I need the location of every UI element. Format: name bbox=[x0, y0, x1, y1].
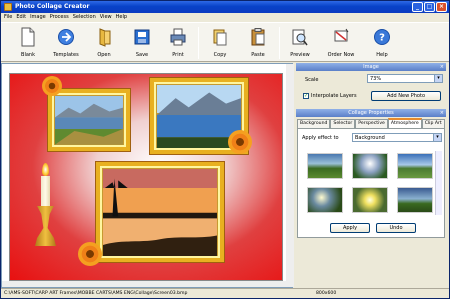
order-cart-icon bbox=[334, 28, 349, 42]
collage-tabs: Background Selector Perspective Atmosphe… bbox=[297, 118, 445, 128]
menu-image[interactable]: Image bbox=[30, 13, 46, 22]
paste-icon bbox=[251, 28, 265, 46]
interpolate-label: Interpolate Layers bbox=[311, 93, 357, 99]
apply-effect-value: Background bbox=[355, 135, 385, 141]
folder-open-icon bbox=[99, 28, 111, 47]
copy-label: Copy bbox=[213, 52, 227, 58]
tab-background[interactable]: Background bbox=[297, 119, 331, 128]
image-panel-header: Image × bbox=[296, 63, 446, 71]
canvas-horizontal-scrollbar[interactable] bbox=[2, 281, 286, 287]
blank-button[interactable]: Blank bbox=[13, 25, 43, 61]
effect-thumbnails bbox=[303, 151, 437, 215]
menu-edit[interactable]: Edit bbox=[16, 13, 26, 22]
help-label: Help bbox=[376, 52, 388, 58]
printer-icon bbox=[170, 28, 186, 46]
menu-file[interactable]: File bbox=[4, 13, 12, 22]
collage-properties-title: Collage Properties bbox=[348, 110, 394, 116]
scale-value: 73% bbox=[370, 76, 382, 82]
flower-decoration bbox=[78, 242, 102, 266]
help-button[interactable]: ? Help bbox=[367, 25, 397, 61]
open-label: Open bbox=[97, 52, 111, 58]
panel-close-icon[interactable]: × bbox=[440, 63, 444, 71]
candle bbox=[41, 176, 50, 206]
status-file-path: C:\AMS-SOFT\CARP ART Frames\MOBBE CARTS\… bbox=[4, 291, 188, 296]
toolbar-separator bbox=[198, 27, 199, 59]
title-bar: Photo Collage Creator _ □ × bbox=[1, 1, 449, 13]
candle-flame bbox=[42, 163, 49, 176]
atmosphere-tab-panel: Apply effect to Background ▾ Apply Undo bbox=[297, 128, 445, 238]
blank-page-icon bbox=[21, 27, 35, 47]
image-panel-title: Image bbox=[363, 64, 379, 70]
side-panel: Image × Scale 73% ▾ ✓ Interpolate Layers… bbox=[295, 63, 447, 288]
undo-button[interactable]: Undo bbox=[376, 223, 416, 233]
effect-thumbnail[interactable] bbox=[397, 153, 433, 179]
photo-frame-sunset[interactable] bbox=[96, 162, 224, 262]
panel-close-icon[interactable]: × bbox=[440, 109, 444, 117]
toolbar-separator bbox=[279, 27, 280, 59]
tab-atmosphere[interactable]: Atmosphere bbox=[387, 118, 422, 128]
blank-label: Blank bbox=[21, 52, 35, 58]
templates-label: Templates bbox=[53, 52, 79, 58]
scale-label: Scale bbox=[305, 77, 319, 83]
collage-properties-header: Collage Properties × bbox=[296, 109, 446, 117]
menu-process[interactable]: Process bbox=[50, 13, 69, 22]
apply-effect-select[interactable]: Background ▾ bbox=[352, 133, 442, 142]
tab-perspective[interactable]: Perspective bbox=[355, 119, 388, 128]
window-title: Photo Collage Creator bbox=[15, 3, 90, 10]
save-label: Save bbox=[135, 52, 149, 58]
status-bar: C:\AMS-SOFT\CARP ART Frames\MOBBE CARTS\… bbox=[1, 288, 449, 298]
svg-text:?: ? bbox=[379, 33, 385, 44]
close-button[interactable]: × bbox=[436, 2, 447, 12]
minimize-button[interactable]: _ bbox=[412, 2, 423, 12]
apply-button[interactable]: Apply bbox=[330, 223, 370, 233]
copy-button[interactable]: Copy bbox=[205, 25, 235, 61]
menu-help[interactable]: Help bbox=[116, 13, 127, 22]
tab-clip-art[interactable]: Clip Art bbox=[421, 119, 445, 128]
app-window: Photo Collage Creator _ □ × File Edit Im… bbox=[0, 0, 450, 299]
help-icon: ? bbox=[374, 29, 390, 45]
chevron-down-icon[interactable]: ▾ bbox=[433, 134, 441, 141]
thumbnails-scrollbar[interactable] bbox=[435, 151, 442, 215]
effect-thumbnail[interactable] bbox=[397, 187, 433, 213]
menu-bar: File Edit Image Process Selection View H… bbox=[1, 13, 449, 22]
chevron-down-icon[interactable]: ▾ bbox=[434, 75, 442, 82]
preview-label: Preview bbox=[290, 52, 310, 58]
menu-selection[interactable]: Selection bbox=[73, 13, 96, 22]
save-icon bbox=[134, 29, 150, 45]
tab-selector[interactable]: Selector bbox=[330, 119, 356, 128]
photo-frame-lake[interactable] bbox=[48, 89, 130, 151]
interpolate-checkbox[interactable]: ✓ bbox=[303, 93, 309, 99]
effect-thumbnail[interactable] bbox=[307, 153, 343, 179]
sunset-photo bbox=[103, 169, 217, 257]
canvas-vertical-scrollbar[interactable] bbox=[286, 64, 294, 287]
order-now-button[interactable]: Order Now bbox=[326, 25, 356, 61]
order-now-label: Order Now bbox=[327, 52, 355, 58]
scale-select[interactable]: 73% ▾ bbox=[367, 74, 443, 83]
print-label: Print bbox=[172, 52, 184, 58]
lake-photo bbox=[55, 96, 123, 145]
preview-magnifier-icon bbox=[292, 29, 308, 46]
save-button[interactable]: Save bbox=[127, 25, 157, 61]
flower-decoration bbox=[42, 76, 62, 96]
paste-button[interactable]: Paste bbox=[243, 25, 273, 61]
print-button[interactable]: Print bbox=[163, 25, 193, 61]
maximize-button[interactable]: □ bbox=[424, 2, 435, 12]
effect-thumbnail[interactable] bbox=[352, 187, 388, 213]
templates-arrow-icon bbox=[58, 29, 74, 45]
toolbar: Blank Templates Open Save Print Copy Pas… bbox=[1, 22, 449, 62]
status-image-size: 800x600 bbox=[316, 291, 337, 296]
paste-label: Paste bbox=[251, 52, 265, 58]
effect-thumbnail[interactable] bbox=[352, 153, 388, 179]
open-button[interactable]: Open bbox=[89, 25, 119, 61]
preview-button[interactable]: Preview bbox=[285, 25, 315, 61]
effect-thumbnail[interactable] bbox=[307, 187, 343, 213]
flower-decoration bbox=[228, 130, 252, 154]
add-new-photo-button[interactable]: Add New Photo bbox=[371, 91, 441, 101]
templates-button[interactable]: Templates bbox=[51, 25, 81, 61]
apply-effect-label: Apply effect to bbox=[302, 135, 339, 141]
menu-view[interactable]: View bbox=[100, 13, 112, 22]
app-icon bbox=[4, 3, 12, 11]
copy-icon bbox=[213, 29, 227, 46]
collage-image[interactable] bbox=[9, 73, 283, 281]
